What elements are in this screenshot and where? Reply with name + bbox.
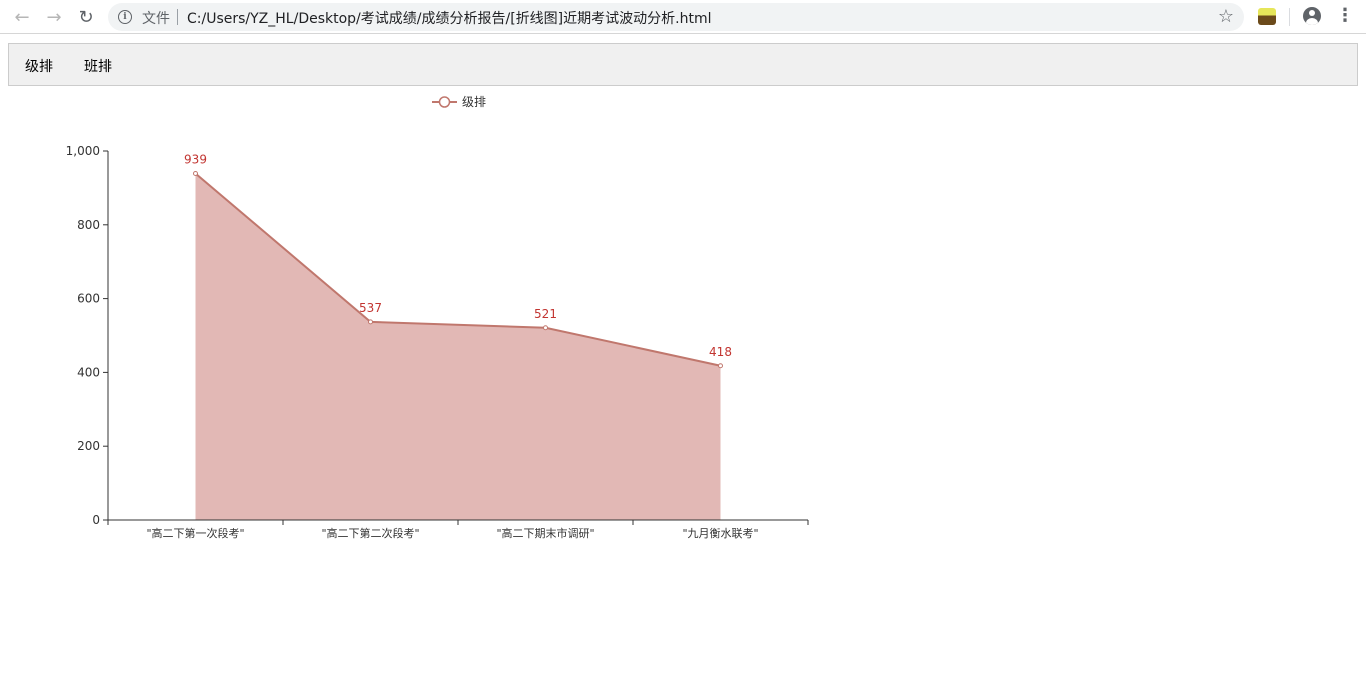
data-label: 537 xyxy=(359,301,382,315)
chart-svg: 0 200 400 600 800 1,000 "高二下第一次段考" "高二下第二次段考" "高… xyxy=(66,95,809,540)
x-tick-label: "高二下期末市调研" xyxy=(496,526,594,540)
data-point xyxy=(543,325,548,331)
y-tick-label: 400 xyxy=(77,365,100,379)
browser-toolbar: ← → ↻ i 文件 C:/Users/YZ_HL/Desktop/考试成绩/成… xyxy=(0,0,1366,34)
y-tick-label: 1,000 xyxy=(66,144,100,158)
x-tick-label: "高二下第二次段考" xyxy=(321,526,419,540)
legend-marker xyxy=(438,96,451,108)
x-tick-label: "高二下第一次段考" xyxy=(146,526,244,540)
y-tick-label: 200 xyxy=(77,439,100,453)
scheme-label: 文件 xyxy=(142,11,170,27)
forward-arrow-icon[interactable]: → xyxy=(42,5,66,29)
data-point xyxy=(368,319,373,325)
data-label: 418 xyxy=(709,345,732,359)
address-bar[interactable]: i 文件 C:/Users/YZ_HL/Desktop/考试成绩/成绩分析报告/… xyxy=(108,3,1244,31)
toolbar-separator xyxy=(1289,8,1290,26)
address-separator xyxy=(177,9,178,25)
series-area xyxy=(195,173,721,520)
legend-label: 级排 xyxy=(462,95,486,109)
nav-link-class-rank[interactable]: 班排 xyxy=(84,56,112,76)
x-tick-label: "九月衡水联考" xyxy=(682,527,758,540)
data-label: 939 xyxy=(184,153,207,167)
bookmark-star-icon[interactable]: ☆ xyxy=(1218,6,1234,27)
line-chart: 0 200 400 600 800 1,000 "高二下第一次段考" "高二下第二次段考" "高… xyxy=(0,88,860,558)
data-point xyxy=(193,171,198,177)
reload-icon[interactable]: ↻ xyxy=(74,5,98,29)
y-tick-label: 0 xyxy=(92,513,100,527)
data-label: 521 xyxy=(534,307,557,321)
nav-link-grade-rank[interactable]: 级排 xyxy=(25,56,53,76)
y-tick-label: 800 xyxy=(77,218,100,232)
data-point xyxy=(718,363,723,369)
extension-icon[interactable] xyxy=(1258,8,1276,25)
y-tick-label: 600 xyxy=(77,292,100,306)
back-arrow-icon[interactable]: ← xyxy=(10,5,34,29)
url-text[interactable]: C:/Users/YZ_HL/Desktop/考试成绩/成绩分析报告/[折线图]… xyxy=(187,8,711,28)
kebab-menu-icon[interactable]: ⋮ xyxy=(1336,6,1354,26)
profile-icon[interactable] xyxy=(1303,7,1321,25)
info-icon[interactable]: i xyxy=(118,10,132,24)
page-nav: 级排 班排 xyxy=(8,43,1358,86)
